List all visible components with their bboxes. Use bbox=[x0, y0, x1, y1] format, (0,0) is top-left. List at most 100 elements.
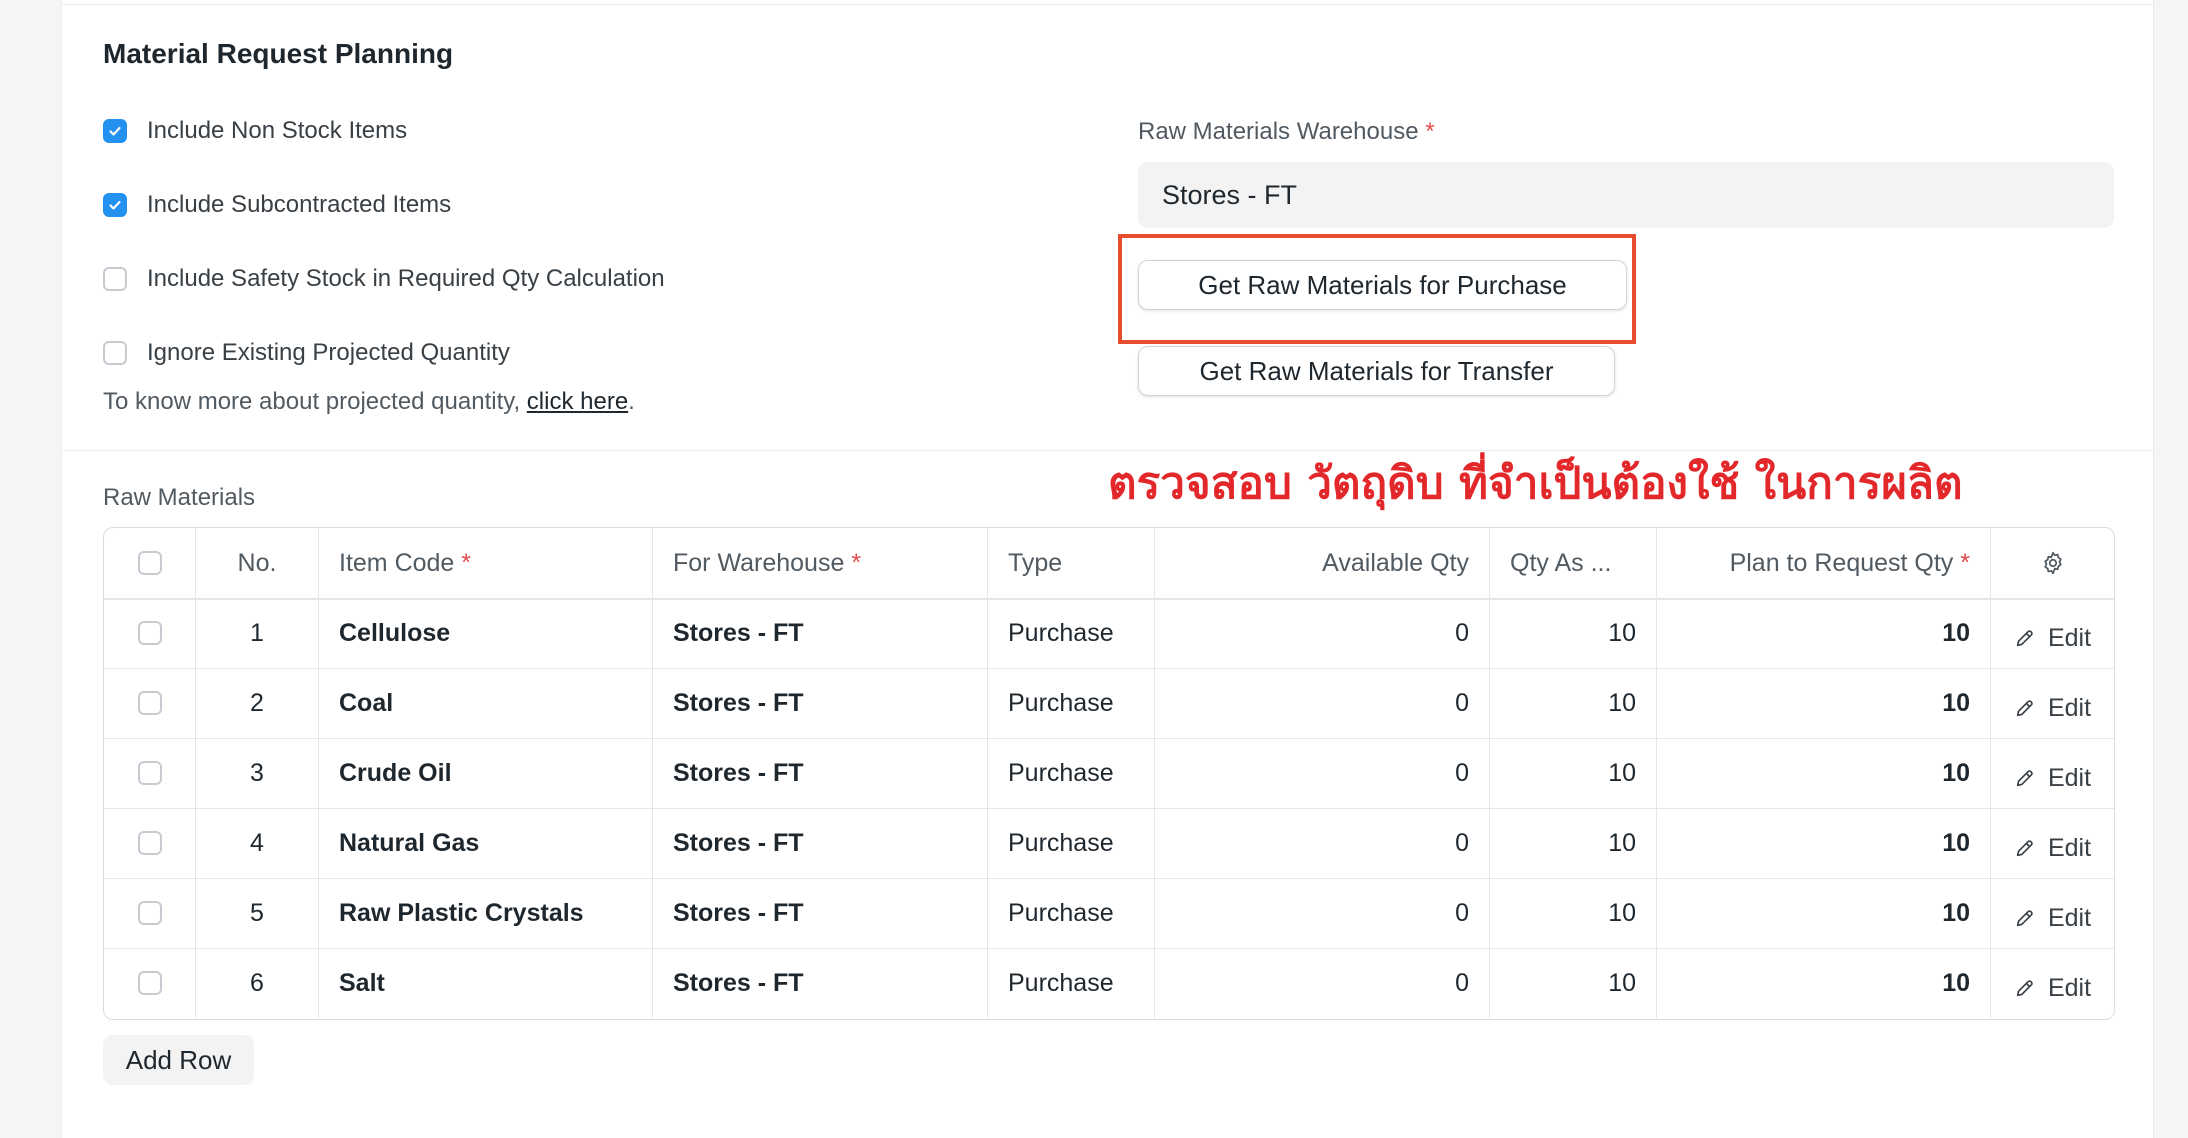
row-type[interactable]: Purchase bbox=[988, 598, 1155, 668]
header-item-code: Item Code * bbox=[319, 528, 653, 598]
edit-label: Edit bbox=[2047, 833, 2092, 862]
edit-label: Edit bbox=[2047, 903, 2092, 932]
table-row[interactable]: 4 Natural Gas Stores - FT Purchase 0 10 … bbox=[104, 808, 2114, 879]
row-checkbox-icon[interactable] bbox=[137, 691, 162, 715]
table-row[interactable]: 5 Raw Plastic Crystals Stores - FT Purch… bbox=[104, 878, 2114, 949]
header-label: Plan to Request Qty bbox=[1729, 548, 1954, 577]
required-mark: * bbox=[1425, 118, 1435, 145]
row-qty-as: 10 bbox=[1490, 598, 1657, 668]
row-plan-to-request-qty[interactable]: 10 bbox=[1657, 948, 1991, 1018]
help-suffix: . bbox=[628, 388, 635, 415]
row-edit-cell: Edit bbox=[1991, 668, 2114, 738]
row-plan-to-request-qty[interactable]: 10 bbox=[1657, 668, 1991, 738]
row-for-warehouse[interactable]: Stores - FT bbox=[653, 948, 988, 1018]
row-edit-button[interactable]: Edit bbox=[2014, 834, 2091, 863]
row-type[interactable]: Purchase bbox=[988, 808, 1155, 878]
row-checkbox-icon[interactable] bbox=[137, 831, 162, 855]
row-plan-to-request-qty[interactable]: 10 bbox=[1657, 738, 1991, 808]
row-checkbox-icon[interactable] bbox=[137, 971, 162, 995]
row-no: 6 bbox=[196, 948, 319, 1018]
include-safety-stock-checkbox[interactable]: Include Safety Stock in Required Qty Cal… bbox=[103, 262, 665, 296]
required-mark: * bbox=[461, 548, 472, 577]
row-for-warehouse[interactable]: Stores - FT bbox=[653, 738, 988, 808]
row-available-qty: 0 bbox=[1155, 668, 1490, 738]
row-for-warehouse[interactable]: Stores - FT bbox=[653, 598, 988, 668]
row-item-code[interactable]: Salt bbox=[319, 948, 653, 1018]
row-item-code[interactable]: Natural Gas bbox=[319, 808, 653, 878]
table-row[interactable]: 3 Crude Oil Stores - FT Purchase 0 10 10… bbox=[104, 738, 2114, 809]
row-plan-to-request-qty[interactable]: 10 bbox=[1657, 878, 1991, 948]
row-type[interactable]: Purchase bbox=[988, 878, 1155, 948]
row-plan-to-request-qty[interactable]: 10 bbox=[1657, 808, 1991, 878]
gear-icon[interactable] bbox=[2040, 550, 2066, 576]
table-header-row: No. Item Code * For Warehouse * Type Ava… bbox=[104, 528, 2114, 600]
checkbox-label: Include Subcontracted Items bbox=[147, 191, 452, 218]
table-row[interactable]: 2 Coal Stores - FT Purchase 0 10 10 Edit bbox=[104, 668, 2114, 739]
row-available-qty: 0 bbox=[1155, 598, 1490, 668]
get-raw-materials-for-purchase-button[interactable]: Get Raw Materials for Purchase bbox=[1138, 260, 1627, 310]
checkbox-unchecked-icon[interactable] bbox=[103, 267, 127, 291]
row-item-code[interactable]: Coal bbox=[319, 668, 653, 738]
header-plan-to-request-qty: Plan to Request Qty * bbox=[1657, 528, 1991, 598]
row-edit-button[interactable]: Edit bbox=[2014, 974, 2091, 1003]
row-checkbox-icon[interactable] bbox=[137, 901, 162, 925]
row-no: 2 bbox=[196, 668, 319, 738]
checkbox-checked-icon[interactable] bbox=[103, 193, 127, 217]
table-row[interactable]: 1 Cellulose Stores - FT Purchase 0 10 10… bbox=[104, 598, 2114, 669]
row-edit-button[interactable]: Edit bbox=[2014, 764, 2091, 793]
row-qty-as: 10 bbox=[1490, 878, 1657, 948]
row-for-warehouse[interactable]: Stores - FT bbox=[653, 668, 988, 738]
row-type[interactable]: Purchase bbox=[988, 948, 1155, 1018]
row-edit-cell: Edit bbox=[1991, 808, 2114, 878]
header-for-warehouse: For Warehouse * bbox=[653, 528, 988, 598]
row-edit-button[interactable]: Edit bbox=[2014, 694, 2091, 723]
row-select-cell bbox=[104, 598, 196, 668]
ignore-existing-projected-quantity-checkbox[interactable]: Ignore Existing Projected Quantity bbox=[103, 336, 510, 370]
row-available-qty: 0 bbox=[1155, 738, 1490, 808]
row-item-code[interactable]: Raw Plastic Crystals bbox=[319, 878, 653, 948]
row-edit-button[interactable]: Edit bbox=[2014, 624, 2091, 653]
click-here-link[interactable]: click here bbox=[527, 388, 628, 415]
checkbox-label: Ignore Existing Projected Quantity bbox=[147, 339, 510, 366]
checkbox-checked-icon[interactable] bbox=[103, 119, 127, 143]
select-all-checkbox-icon[interactable] bbox=[137, 551, 162, 575]
row-for-warehouse[interactable]: Stores - FT bbox=[653, 878, 988, 948]
row-item-code[interactable]: Crude Oil bbox=[319, 738, 653, 808]
table-row[interactable]: 6 Salt Stores - FT Purchase 0 10 10 Edit bbox=[104, 948, 2114, 1018]
edit-label: Edit bbox=[2047, 973, 2092, 1002]
raw-materials-warehouse-input[interactable]: Stores - FT bbox=[1138, 162, 2114, 228]
row-select-cell bbox=[104, 948, 196, 1018]
add-row-button[interactable]: Add Row bbox=[103, 1035, 254, 1085]
pencil-icon bbox=[2016, 700, 2033, 717]
pencil-icon bbox=[2016, 980, 2033, 997]
include-subcontracted-items-checkbox[interactable]: Include Subcontracted Items bbox=[103, 188, 451, 222]
checkbox-unchecked-icon[interactable] bbox=[103, 341, 127, 365]
header-available-qty: Available Qty bbox=[1155, 528, 1490, 598]
edit-label: Edit bbox=[2047, 693, 2092, 722]
row-select-cell bbox=[104, 668, 196, 738]
header-type: Type bbox=[988, 528, 1155, 598]
row-for-warehouse[interactable]: Stores - FT bbox=[653, 808, 988, 878]
row-checkbox-icon[interactable] bbox=[137, 761, 162, 785]
thai-annotation-text: ตรวจสอบ วัตถุดิบ ที่จำเป็นต้องใช้ ในการผ… bbox=[1108, 458, 1963, 509]
row-qty-as: 10 bbox=[1490, 948, 1657, 1018]
get-raw-materials-for-transfer-button[interactable]: Get Raw Materials for Transfer bbox=[1138, 346, 1615, 396]
row-type[interactable]: Purchase bbox=[988, 738, 1155, 808]
row-edit-cell: Edit bbox=[1991, 598, 2114, 668]
checkbox-label: Include Non Stock Items bbox=[147, 117, 408, 144]
row-plan-to-request-qty[interactable]: 10 bbox=[1657, 598, 1991, 668]
header-no: No. bbox=[196, 528, 319, 598]
row-item-code[interactable]: Cellulose bbox=[319, 598, 653, 668]
raw-materials-warehouse-label: Raw Materials Warehouse * bbox=[1138, 118, 1435, 146]
checkbox-label: Include Safety Stock in Required Qty Cal… bbox=[147, 265, 665, 292]
pencil-icon bbox=[2016, 770, 2033, 787]
include-non-stock-items-checkbox[interactable]: Include Non Stock Items bbox=[103, 114, 407, 148]
header-label: For Warehouse bbox=[673, 548, 845, 577]
row-checkbox-icon[interactable] bbox=[137, 621, 162, 645]
row-type[interactable]: Purchase bbox=[988, 668, 1155, 738]
row-edit-cell: Edit bbox=[1991, 878, 2114, 948]
row-edit-button[interactable]: Edit bbox=[2014, 904, 2091, 933]
top-divider bbox=[62, 4, 2153, 5]
row-qty-as: 10 bbox=[1490, 808, 1657, 878]
row-qty-as: 10 bbox=[1490, 738, 1657, 808]
